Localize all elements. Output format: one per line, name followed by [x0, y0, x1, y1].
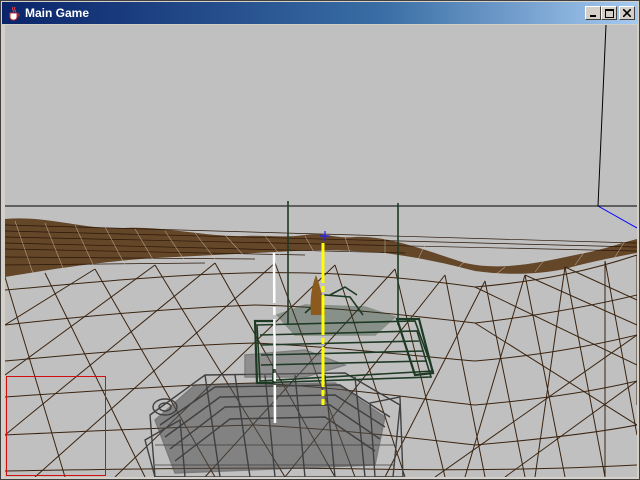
- game-viewport[interactable]: [5, 25, 637, 477]
- maximize-button[interactable]: [601, 6, 617, 20]
- close-icon: [623, 9, 631, 17]
- y-axis-line: [597, 25, 607, 207]
- far-terrain: [5, 218, 637, 280]
- z-axis-line: [597, 205, 637, 229]
- minimap[interactable]: [6, 376, 106, 476]
- close-button[interactable]: [619, 6, 635, 20]
- title-bar[interactable]: Main Game: [2, 2, 638, 24]
- range-marker: [272, 252, 277, 424]
- java-cup-icon: [9, 6, 20, 21]
- maximize-icon: [604, 8, 614, 18]
- window-title: Main Game: [25, 6, 90, 20]
- minimize-button[interactable]: [585, 6, 601, 20]
- main-game-window: Main Game: [0, 0, 640, 480]
- minimize-icon: [590, 14, 596, 17]
